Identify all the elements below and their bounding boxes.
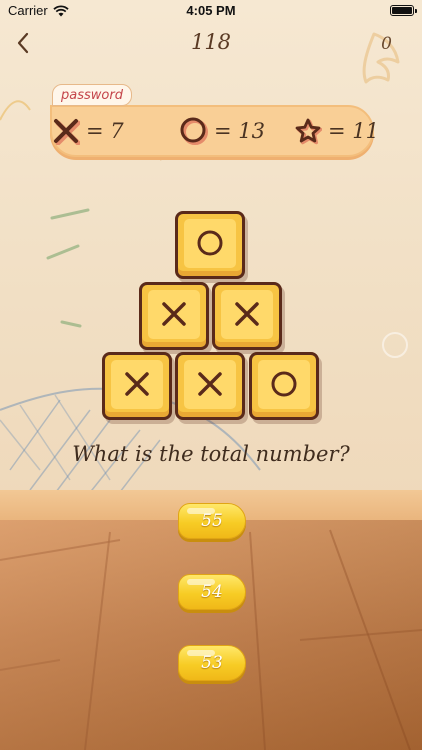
status-time: 4:05 PM [186, 3, 236, 18]
answer-button[interactable]: 53 [178, 645, 246, 681]
legend-item-cross: = 7 [52, 117, 124, 145]
legend-item-star: = 11 [294, 117, 379, 145]
cross-icon [198, 372, 222, 396]
cross-icon [235, 302, 259, 326]
legend-item-circle: = 13 [180, 117, 265, 145]
cross-icon [54, 119, 80, 145]
block-circle [175, 211, 245, 279]
legend-star-value: = 11 [328, 119, 379, 143]
cross-icon [125, 372, 149, 396]
battery-icon [390, 5, 417, 16]
cross-icon [162, 302, 186, 326]
question-text: What is the total number? [72, 442, 350, 466]
circle-icon [271, 371, 297, 397]
block-cross [212, 282, 282, 350]
password-legend-panel: = 7 = 13 = 11 [50, 105, 379, 157]
answer-button[interactable]: 54 [178, 574, 246, 610]
star-icon [295, 118, 322, 145]
answer-button[interactable]: 55 [178, 503, 246, 539]
legend-cross-value: = 7 [86, 119, 124, 143]
wing-icon [362, 32, 400, 84]
block-cross [175, 352, 245, 420]
legend-circle-value: = 13 [214, 119, 265, 143]
circle-icon [180, 117, 208, 145]
block-cross [102, 352, 172, 420]
status-bar: Carrier 4:05 PM [0, 0, 422, 22]
wooden-floor [0, 520, 422, 750]
circle-icon [197, 230, 223, 256]
block-cross [139, 282, 209, 350]
password-tag: password [52, 84, 132, 106]
score-counter: 0 [381, 34, 392, 54]
block-circle [249, 352, 319, 420]
